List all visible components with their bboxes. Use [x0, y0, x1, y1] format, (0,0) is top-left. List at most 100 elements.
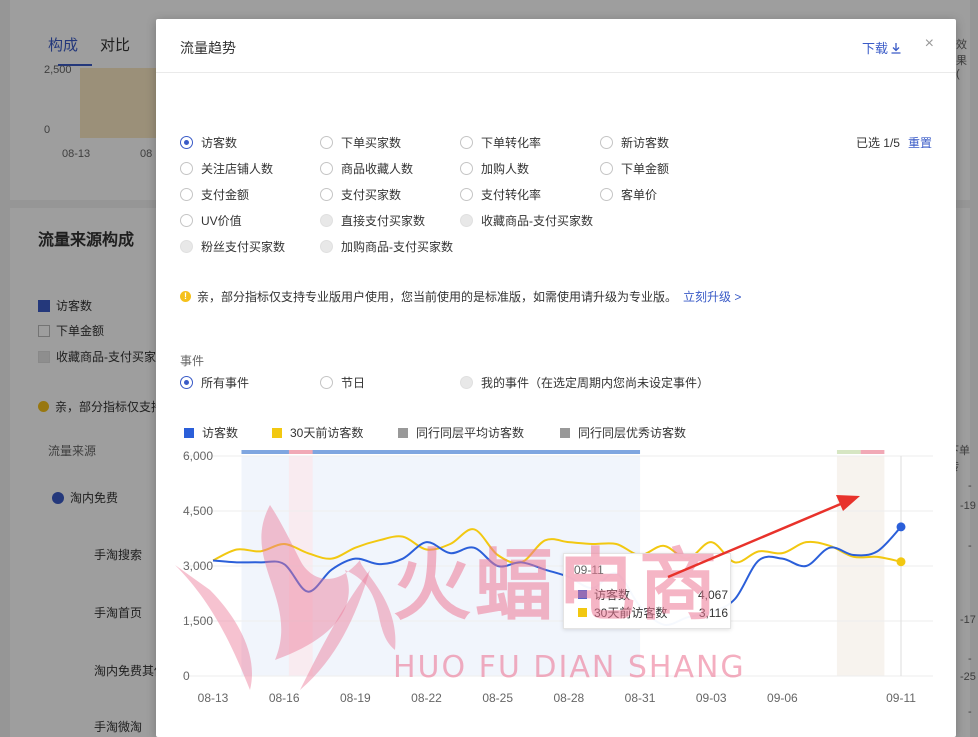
legend-label: 访客数	[202, 426, 239, 440]
y-tick-label: 4,500	[183, 504, 213, 518]
metric-label: UV价值	[201, 214, 242, 228]
metric-radio[interactable]: 下单金额	[600, 160, 669, 177]
x-tick-label: 09-03	[696, 691, 727, 705]
x-tick-label: 08-31	[625, 691, 656, 705]
metric-radio[interactable]: 粉丝支付买家数	[180, 238, 285, 255]
tooltip-row: 访客数 4,067	[578, 586, 728, 603]
metric-radio[interactable]: 收藏商品-支付买家数	[460, 212, 593, 229]
selected-info: 已选 1/5 重置	[856, 134, 932, 151]
x-tick-label: 09-06	[767, 691, 798, 705]
legend-swatch	[398, 427, 408, 438]
event-label: 所有事件	[201, 376, 250, 390]
radio-dot[interactable]	[460, 136, 473, 149]
event-radio[interactable]: 节日	[320, 374, 365, 391]
legend-label: 同行同层优秀访客数	[578, 426, 687, 440]
metric-radio[interactable]: 客单价	[600, 186, 657, 203]
legend-item[interactable]: 同行同层优秀访客数	[560, 424, 686, 441]
legend-swatch	[560, 427, 570, 438]
x-tick-label: 08-22	[411, 691, 442, 705]
metric-label: 收藏商品-支付买家数	[481, 214, 593, 228]
radio-dot[interactable]	[180, 188, 193, 201]
radio-dot[interactable]	[320, 162, 333, 175]
legend-item[interactable]: 同行同层平均访客数	[398, 424, 524, 441]
metric-radio[interactable]: 下单转化率	[460, 134, 541, 151]
radio-dot[interactable]	[460, 162, 473, 175]
radio-dot[interactable]	[460, 214, 473, 227]
x-tick-label: 08-13	[198, 691, 229, 705]
radio-dot[interactable]	[320, 188, 333, 201]
metric-radio[interactable]: 支付买家数	[320, 186, 401, 203]
upgrade-link[interactable]: 立刻升级 >	[683, 288, 741, 305]
metric-label: 支付转化率	[481, 188, 542, 202]
metric-label: 下单金额	[621, 162, 670, 176]
metric-label: 支付金额	[201, 188, 250, 202]
metric-radio[interactable]: 直接支付买家数	[320, 212, 425, 229]
metric-label: 下单买家数	[341, 136, 402, 150]
metric-label: 商品收藏人数	[341, 162, 414, 176]
tooltip-row: 30天前访客数 3,116	[578, 604, 728, 621]
radio-dot[interactable]	[600, 136, 613, 149]
series-point	[896, 557, 906, 567]
event-radio[interactable]: 所有事件	[180, 374, 249, 391]
legend-label: 同行同层平均访客数	[416, 426, 525, 440]
traffic-trend-modal: 流量趋势 下载 × 访客数 下单买家数 下单转化率 新访客数 关注店铺人数 商品收藏人数加…	[156, 19, 956, 737]
metric-radio[interactable]: 关注店铺人数	[180, 160, 273, 177]
legend-item[interactable]: 访客数	[184, 424, 238, 441]
legend-item[interactable]: 30天前访客数	[272, 424, 363, 441]
tooltip-value: 3,116	[698, 605, 728, 620]
radio-dot[interactable]	[320, 240, 333, 253]
chart-tooltip: 09-11 访客数 4,067 30天前访客数 3,116	[563, 553, 731, 629]
download-button[interactable]: 下载	[862, 38, 902, 57]
warning-icon: !	[180, 291, 191, 302]
metric-label: 加购商品-支付买家数	[341, 240, 453, 254]
metric-radio[interactable]: 新访客数	[600, 134, 669, 151]
y-tick-label: 1,500	[183, 614, 213, 628]
metric-radio[interactable]: 加购人数	[460, 160, 529, 177]
radio-dot[interactable]	[180, 136, 193, 149]
metric-label: 支付买家数	[341, 188, 402, 202]
tooltip-series-name: 访客数	[594, 588, 631, 602]
legend-swatch	[272, 427, 282, 438]
metric-label: 新访客数	[621, 136, 670, 150]
radio-dot[interactable]	[320, 214, 333, 227]
radio-dot[interactable]	[320, 136, 333, 149]
radio-dot[interactable]	[600, 188, 613, 201]
tooltip-swatch	[578, 608, 587, 617]
metric-radio[interactable]: UV价值	[180, 212, 242, 229]
legend-label: 30天前访客数	[290, 426, 364, 440]
radio-dot[interactable]	[180, 162, 193, 175]
close-icon[interactable]: ×	[925, 36, 934, 52]
notice-text: 亲，部分指标仅支持专业版用户使用，您当前使用的是标准版，如需使用请升级为专业版。	[197, 290, 678, 304]
tooltip-swatch	[578, 590, 587, 599]
metric-label: 加购人数	[481, 162, 530, 176]
download-icon	[891, 42, 901, 54]
metric-radio[interactable]: 加购商品-支付买家数	[320, 238, 453, 255]
metric-radio[interactable]: 支付转化率	[460, 186, 541, 203]
metric-radio[interactable]: 支付金额	[180, 186, 249, 203]
metric-label: 访客数	[201, 136, 238, 150]
radio-dot[interactable]	[320, 376, 333, 389]
holiday-bar	[860, 450, 885, 454]
event-label: 节日	[341, 376, 366, 390]
reset-button[interactable]: 重置	[908, 134, 932, 151]
metric-label: 关注店铺人数	[201, 162, 274, 176]
radio-dot[interactable]	[460, 376, 473, 389]
holiday-bar	[836, 450, 861, 454]
event-radio[interactable]: 我的事件（在选定周期内您尚未设定事件）	[460, 374, 709, 391]
radio-dot[interactable]	[600, 162, 613, 175]
event-section-label: 事件	[180, 354, 205, 368]
radio-dot[interactable]	[180, 240, 193, 253]
radio-dot[interactable]	[180, 214, 193, 227]
x-tick-label: 08-28	[554, 691, 585, 705]
metric-radio[interactable]: 商品收藏人数	[320, 160, 413, 177]
selected-count: 已选 1/5	[855, 136, 900, 150]
metric-radio[interactable]: 访客数	[180, 134, 237, 151]
radio-dot[interactable]	[460, 188, 473, 201]
event-label: 我的事件（在选定周期内您尚未设定事件）	[481, 376, 710, 390]
x-tick-label: 08-16	[269, 691, 300, 705]
metric-label: 客单价	[621, 188, 658, 202]
metric-label: 下单转化率	[481, 136, 542, 150]
radio-dot[interactable]	[180, 376, 193, 389]
metric-radio[interactable]: 下单买家数	[320, 134, 401, 151]
x-tick-label: 08-19	[340, 691, 371, 705]
